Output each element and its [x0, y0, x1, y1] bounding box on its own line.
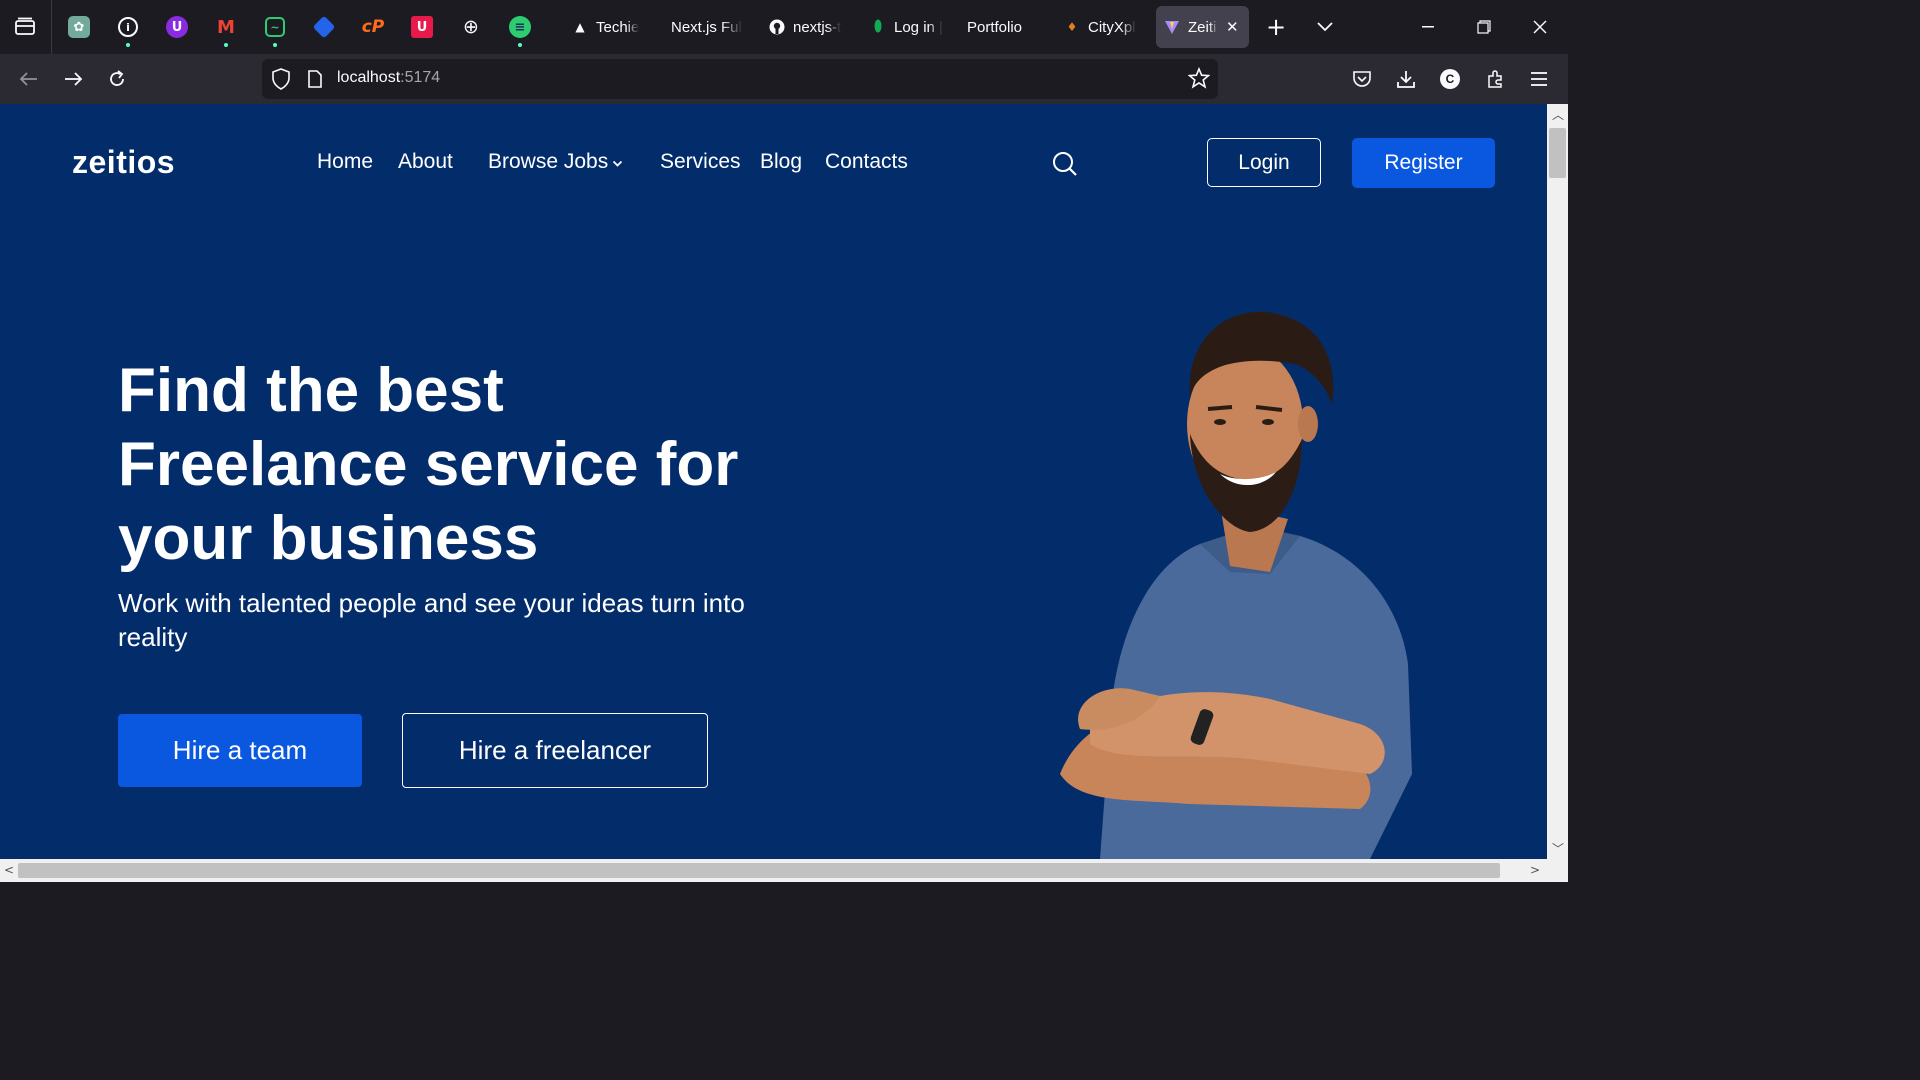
scroll-up-icon[interactable]: ︿ — [1552, 106, 1564, 123]
nav-home[interactable]: Home — [317, 150, 373, 174]
vite-icon — [1164, 19, 1180, 35]
url-text[interactable]: localhost:5174 — [337, 69, 440, 87]
search-icon[interactable] — [1052, 151, 1078, 177]
vertical-scroll-thumb[interactable] — [1549, 128, 1566, 178]
scroll-left-icon[interactable]: < — [4, 863, 14, 877]
scroll-right-icon[interactable]: > — [1530, 863, 1540, 877]
tab-login[interactable]: Log in | — [870, 6, 944, 48]
url-port: :5174 — [400, 69, 441, 86]
vertical-scrollbar[interactable]: ︿ ﹀ — [1547, 104, 1568, 859]
tab-separator — [51, 0, 52, 54]
register-button[interactable]: Register — [1352, 138, 1495, 188]
extensions-icon[interactable] — [1478, 62, 1512, 96]
forward-icon[interactable] — [56, 62, 90, 96]
new-tab-icon[interactable]: + — [1256, 10, 1296, 44]
url-host: localhost — [337, 69, 401, 86]
pocket-icon[interactable] — [1345, 62, 1379, 96]
downloads-icon[interactable] — [1389, 62, 1423, 96]
diamond-icon[interactable] — [309, 12, 339, 42]
tab-portfolio[interactable]: Portfolio — [967, 6, 1037, 48]
app-menu-icon[interactable] — [1522, 62, 1556, 96]
leaf-icon — [870, 19, 886, 35]
hero-person-image — [1060, 311, 1412, 859]
tab-cityxpl[interactable]: ♦ CityXpl — [1064, 6, 1142, 48]
page-info-icon[interactable] — [307, 70, 323, 93]
login-button[interactable]: Login — [1207, 138, 1321, 187]
shield-icon[interactable] — [272, 68, 290, 95]
tab-overview-icon[interactable] — [10, 12, 40, 42]
horizontal-scrollbar[interactable]: < > — [0, 859, 1568, 882]
chevron-down-icon — [612, 150, 623, 174]
globe-icon[interactable]: ⊕ — [456, 12, 486, 42]
hero-title-line-3: your business — [118, 504, 539, 573]
horizontal-scroll-thumb[interactable] — [18, 863, 1500, 878]
nav-services[interactable]: Services — [660, 150, 741, 174]
hero-title-line-2: Freelance service for — [118, 430, 739, 499]
u-shield-icon[interactable]: U — [407, 12, 437, 42]
tab-techie[interactable]: ▲ Techie — [572, 6, 648, 48]
triangle-icon: ▲ — [575, 20, 585, 34]
proton-u-icon[interactable]: U — [162, 12, 192, 42]
close-window-icon[interactable] — [1520, 10, 1560, 44]
tab-list-chevron-icon[interactable] — [1305, 10, 1345, 44]
back-icon[interactable] — [12, 62, 46, 96]
gmail-icon[interactable]: M — [211, 12, 241, 47]
nav-browse-jobs[interactable]: Browse Jobs — [488, 150, 623, 174]
nav-blog[interactable]: Blog — [760, 150, 802, 174]
close-tab-icon[interactable]: ✕ — [1226, 18, 1239, 36]
hire-team-button[interactable]: Hire a team — [118, 714, 362, 787]
minimize-icon[interactable] — [1408, 10, 1448, 44]
activity-icon[interactable]: ~ — [260, 12, 290, 47]
tab-strip: ✿ i U M ~ cP U ⊕ ≡ ▲ Techie Next.js Full… — [0, 0, 1568, 54]
page-viewport: zeitios Home About Browse Jobs Services … — [0, 104, 1547, 859]
info-icon[interactable]: i — [113, 12, 143, 47]
account-avatar-icon[interactable]: C — [1433, 62, 1467, 96]
scroll-down-icon[interactable]: ﹀ — [1552, 840, 1564, 857]
tab-github-nextjs[interactable]: nextjs-t — [769, 6, 845, 48]
site-logo[interactable]: zeitios — [72, 144, 175, 181]
nav-about[interactable]: About — [398, 150, 453, 174]
tab-zeitios-active[interactable]: Zeiti ✕ — [1156, 6, 1249, 48]
url-bar[interactable]: localhost:5174 — [262, 59, 1218, 99]
hero-title-line-1: Find the best — [118, 356, 504, 425]
browser-toolbar: localhost:5174 C — [0, 54, 1568, 104]
nav-contacts[interactable]: Contacts — [825, 150, 908, 174]
tab-nextjs-full[interactable]: Next.js Full — [671, 6, 743, 48]
hire-freelancer-button[interactable]: Hire a freelancer — [402, 713, 708, 788]
restore-icon[interactable] — [1464, 10, 1504, 44]
hero-subtitle: Work with talented people and see your i… — [118, 588, 745, 652]
cp-icon[interactable]: cP — [358, 12, 388, 42]
pin-icon: ♦ — [1066, 20, 1078, 34]
hero-title: Find the best Freelance service for your… — [118, 354, 838, 576]
github-icon — [769, 19, 785, 35]
chatgpt-icon[interactable]: ✿ — [64, 12, 94, 42]
bookmark-star-icon[interactable] — [1187, 66, 1211, 94]
reload-icon[interactable] — [100, 62, 134, 96]
earth-icon[interactable]: ≡ — [505, 12, 535, 47]
nav-browse-jobs-label: Browse Jobs — [488, 150, 609, 173]
